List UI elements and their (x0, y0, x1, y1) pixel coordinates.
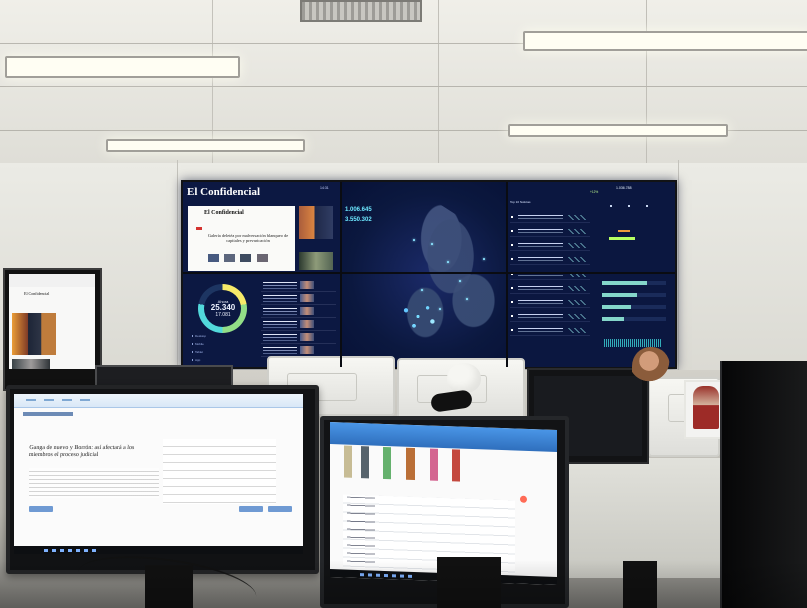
taskbar-icons (44, 549, 99, 552)
news-list-row (261, 332, 336, 344)
traffic-dot (447, 261, 449, 263)
website-preview: El Confidencial Galería deletéa por malv… (188, 206, 295, 271)
document-form-lines (163, 439, 276, 504)
europe-traffic-map: 1.006.645 3.550.302 (340, 182, 506, 367)
toolbar-item (26, 399, 36, 401)
metric-bar (602, 305, 666, 309)
ceiling-light-center (106, 139, 305, 152)
side-monitor: El Confidencial (3, 268, 102, 391)
website-feature-photo (299, 206, 333, 239)
analytics-small-metric: +12% (590, 190, 599, 194)
document-toolbar (14, 394, 303, 408)
foreground-shadow (0, 560, 807, 608)
document-title-bar (23, 412, 73, 416)
analytics-panel: Top 10 Noticias 1.036.788 +12% (506, 182, 675, 367)
video-wall-dashboard: El Confidencial 14:31 El Confidencial Ga… (181, 180, 677, 369)
ranking-row (510, 326, 590, 336)
ranking-row (510, 213, 590, 223)
spain-traffic-hotspot (398, 301, 438, 332)
map-stat-primary: 1.006.645 (345, 207, 372, 213)
timeline-bars (604, 339, 661, 347)
document-button (239, 506, 263, 512)
green-progress (609, 237, 635, 240)
side-monitor-small-photo (12, 359, 50, 369)
side-browser-header (9, 274, 95, 287)
control-room-scene: El Confidencial 14:31 El Confidencial Ga… (0, 0, 807, 608)
ranking-row (510, 227, 590, 237)
side-monitor-logo: El Confidencial (24, 291, 50, 296)
document-text-lines (29, 468, 159, 498)
toolbar-item (44, 399, 54, 401)
ceiling-light-left (5, 56, 240, 78)
traffic-dot (413, 239, 415, 241)
ranking-row (510, 298, 590, 308)
document-button (29, 506, 53, 512)
breaking-news-tag (196, 227, 202, 230)
legend-item-mobile: Mobile (192, 340, 252, 348)
dashboard-time: 14:31 (320, 186, 329, 190)
news-thumbnail-list (261, 280, 337, 362)
left-monitor-screen: Ganga de nuevo y Borrón: así afectará a … (14, 394, 303, 554)
map-stat-secondary: 3.550.302 (345, 217, 372, 223)
ranking-row (510, 312, 590, 322)
traffic-dot (483, 258, 485, 260)
traffic-dot (421, 289, 423, 291)
donut-sub-value: 17.081 (215, 312, 231, 318)
seated-person (632, 347, 670, 387)
traffic-dot (466, 298, 468, 300)
traffic-dot (459, 280, 461, 282)
document-headline: Ganga de nuevo y Borrón: así afectará a … (28, 445, 135, 458)
windows-taskbar (14, 546, 303, 554)
device-icons (602, 202, 660, 210)
ceiling-light-right-top (523, 31, 807, 51)
toolbar-item (62, 399, 72, 401)
news-list-row (261, 306, 336, 318)
traffic-dot (439, 308, 441, 310)
white-headset (447, 363, 481, 393)
donut-legend: Desktop Mobile Tablet App (192, 332, 252, 364)
document-button (268, 506, 292, 512)
legend-item-desktop: Desktop (192, 332, 252, 340)
website-headline: Galería deletéa por malversación blanque… (207, 233, 289, 243)
ceiling-light-right-bottom (508, 124, 728, 137)
analytics-title: Top 10 Noticias (510, 200, 531, 204)
news-dashboard-panel: El Confidencial 14:31 El Confidencial Ga… (183, 182, 340, 367)
news-list-row (261, 293, 336, 305)
book-cover-strip (344, 445, 514, 484)
website-logo: El Confidencial (204, 210, 244, 216)
audience-donut-labels: Ahora 25.340 17.081 (200, 299, 246, 318)
metric-bar (602, 281, 666, 285)
dashboard-brand: El Confidencial (187, 186, 261, 198)
screen-divider-1 (340, 182, 342, 367)
website-thumbnails (208, 254, 283, 262)
map-metrics: 1.006.645 3.550.302 (345, 206, 377, 238)
toolbar-item (80, 399, 90, 401)
screen-divider-2 (506, 182, 508, 367)
wall-seam-right (678, 160, 679, 370)
metric-bar (602, 293, 666, 297)
side-monitor-photo (12, 313, 56, 355)
analytics-top-metric: 1.036.788 (616, 186, 632, 190)
legend-item-tablet: Tablet (192, 348, 252, 356)
news-list-row (261, 280, 336, 292)
left-computer-monitor: Ganga de nuevo y Borrón: así afectará a … (6, 385, 319, 574)
metric-bar (602, 317, 666, 321)
red-action-button (520, 495, 527, 503)
donut-main-value: 25.340 (210, 303, 236, 312)
desk-photo-frame (684, 380, 724, 439)
traffic-dot (431, 243, 433, 245)
news-list-row (261, 319, 336, 331)
screen-divider-horizontal (183, 272, 675, 274)
ranking-row (510, 255, 590, 265)
legend-item-app: App (192, 356, 252, 364)
ranking-row (510, 241, 590, 251)
ranking-row (510, 284, 590, 294)
website-secondary-photo (299, 252, 333, 270)
orange-indicator (618, 230, 630, 232)
side-monitor-screen: El Confidencial (9, 274, 95, 369)
ceiling-vent (300, 0, 422, 22)
wall-seam-left (177, 160, 178, 370)
